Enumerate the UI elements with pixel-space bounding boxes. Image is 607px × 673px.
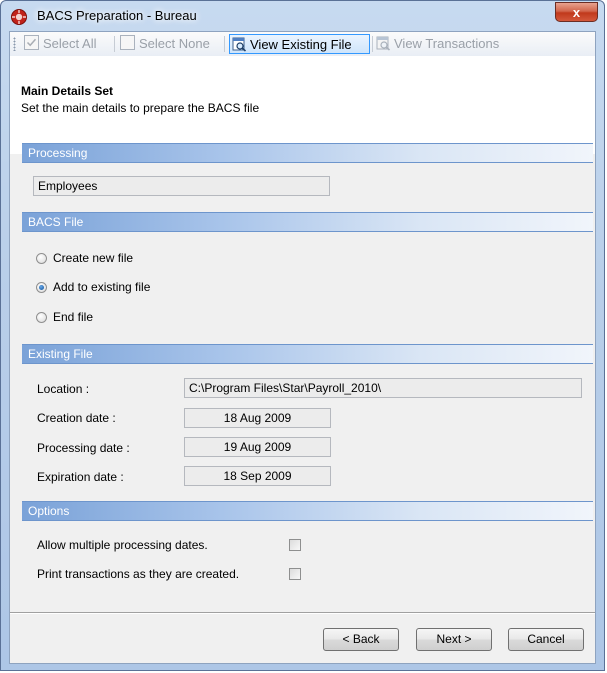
radio-label: Add to existing file bbox=[53, 280, 151, 294]
view-file-icon bbox=[232, 37, 247, 52]
processing-section-title: Processing bbox=[28, 146, 88, 160]
toolbar: Select All Select None View Existing Fil… bbox=[10, 32, 595, 57]
expiration-date-label: Expiration date : bbox=[37, 470, 124, 484]
footer-divider bbox=[10, 612, 595, 614]
select-none-label: Select None bbox=[139, 36, 210, 51]
page-title: Main Details Set bbox=[21, 84, 114, 98]
options-section-header: Options bbox=[22, 501, 593, 521]
options-section-title: Options bbox=[28, 504, 70, 518]
print-transactions-checkbox[interactable] bbox=[289, 568, 301, 580]
app-logo-icon bbox=[11, 9, 27, 25]
expiration-date-field: 18 Sep 2009 bbox=[184, 466, 331, 486]
wizard-header: Main Details Set Set the main details to… bbox=[10, 56, 595, 154]
toolbar-separator bbox=[372, 36, 373, 52]
location-label: Location : bbox=[37, 382, 90, 396]
processing-date-label: Processing date : bbox=[37, 441, 130, 455]
window-title: BACS Preparation - Bureau bbox=[37, 8, 197, 23]
bacs-file-section-title: BACS File bbox=[28, 215, 84, 229]
view-transactions-icon bbox=[376, 36, 391, 51]
creation-date-label: Creation date : bbox=[37, 411, 116, 425]
creation-date-field: 18 Aug 2009 bbox=[184, 408, 331, 428]
radio-add-to-existing-file[interactable]: Add to existing file bbox=[36, 279, 150, 295]
checkbox-icon bbox=[24, 35, 39, 50]
select-all-label: Select All bbox=[43, 36, 97, 51]
allow-multiple-checkbox[interactable] bbox=[289, 539, 301, 551]
radio-button[interactable] bbox=[36, 253, 47, 264]
existing-file-section-header: Existing File bbox=[22, 344, 593, 364]
radio-end-file[interactable]: End file bbox=[36, 309, 93, 325]
processing-section-header: Processing bbox=[22, 143, 593, 163]
processing-date-field: 19 Aug 2009 bbox=[184, 437, 331, 457]
page-subtitle: Set the main details to prepare the BACS… bbox=[21, 101, 260, 115]
cancel-button[interactable]: Cancel bbox=[508, 628, 584, 651]
close-icon: x bbox=[572, 5, 581, 20]
location-field: C:\Program Files\Star\Payroll_2010\ bbox=[184, 378, 582, 398]
checkbox-icon bbox=[120, 35, 135, 50]
toolbar-grip[interactable] bbox=[13, 37, 16, 51]
allow-multiple-label: Allow multiple processing dates. bbox=[37, 538, 208, 552]
select-all-button[interactable]: Select All bbox=[24, 34, 96, 54]
title-bar[interactable]: BACS Preparation - Bureau x bbox=[1, 1, 604, 31]
processing-field: Employees bbox=[33, 176, 330, 196]
bacs-file-section-header: BACS File bbox=[22, 212, 593, 232]
view-transactions-button[interactable]: View Transactions bbox=[374, 34, 499, 54]
view-transactions-label: View Transactions bbox=[394, 36, 500, 51]
radio-button[interactable] bbox=[36, 312, 47, 323]
radio-create-new-file[interactable]: Create new file bbox=[36, 250, 133, 266]
toolbar-separator bbox=[224, 36, 225, 52]
print-transactions-label: Print transactions as they are created. bbox=[37, 567, 240, 581]
back-button[interactable]: < Back bbox=[323, 628, 399, 651]
view-existing-file-label: View Existing File bbox=[250, 37, 352, 52]
radio-label: End file bbox=[53, 310, 94, 324]
radio-label: Create new file bbox=[53, 251, 134, 265]
bacs-preparation-window: BACS Preparation - Bureau x Select All S… bbox=[0, 0, 605, 671]
toolbar-separator bbox=[114, 36, 115, 52]
dialog-client-area: Select All Select None View Existing Fil… bbox=[9, 31, 596, 664]
close-button[interactable]: x bbox=[555, 2, 598, 22]
view-existing-file-button[interactable]: View Existing File bbox=[229, 34, 370, 54]
radio-button[interactable] bbox=[36, 282, 47, 293]
select-none-button[interactable]: Select None bbox=[120, 34, 210, 54]
existing-file-section-title: Existing File bbox=[28, 347, 93, 361]
next-button[interactable]: Next > bbox=[416, 628, 492, 651]
